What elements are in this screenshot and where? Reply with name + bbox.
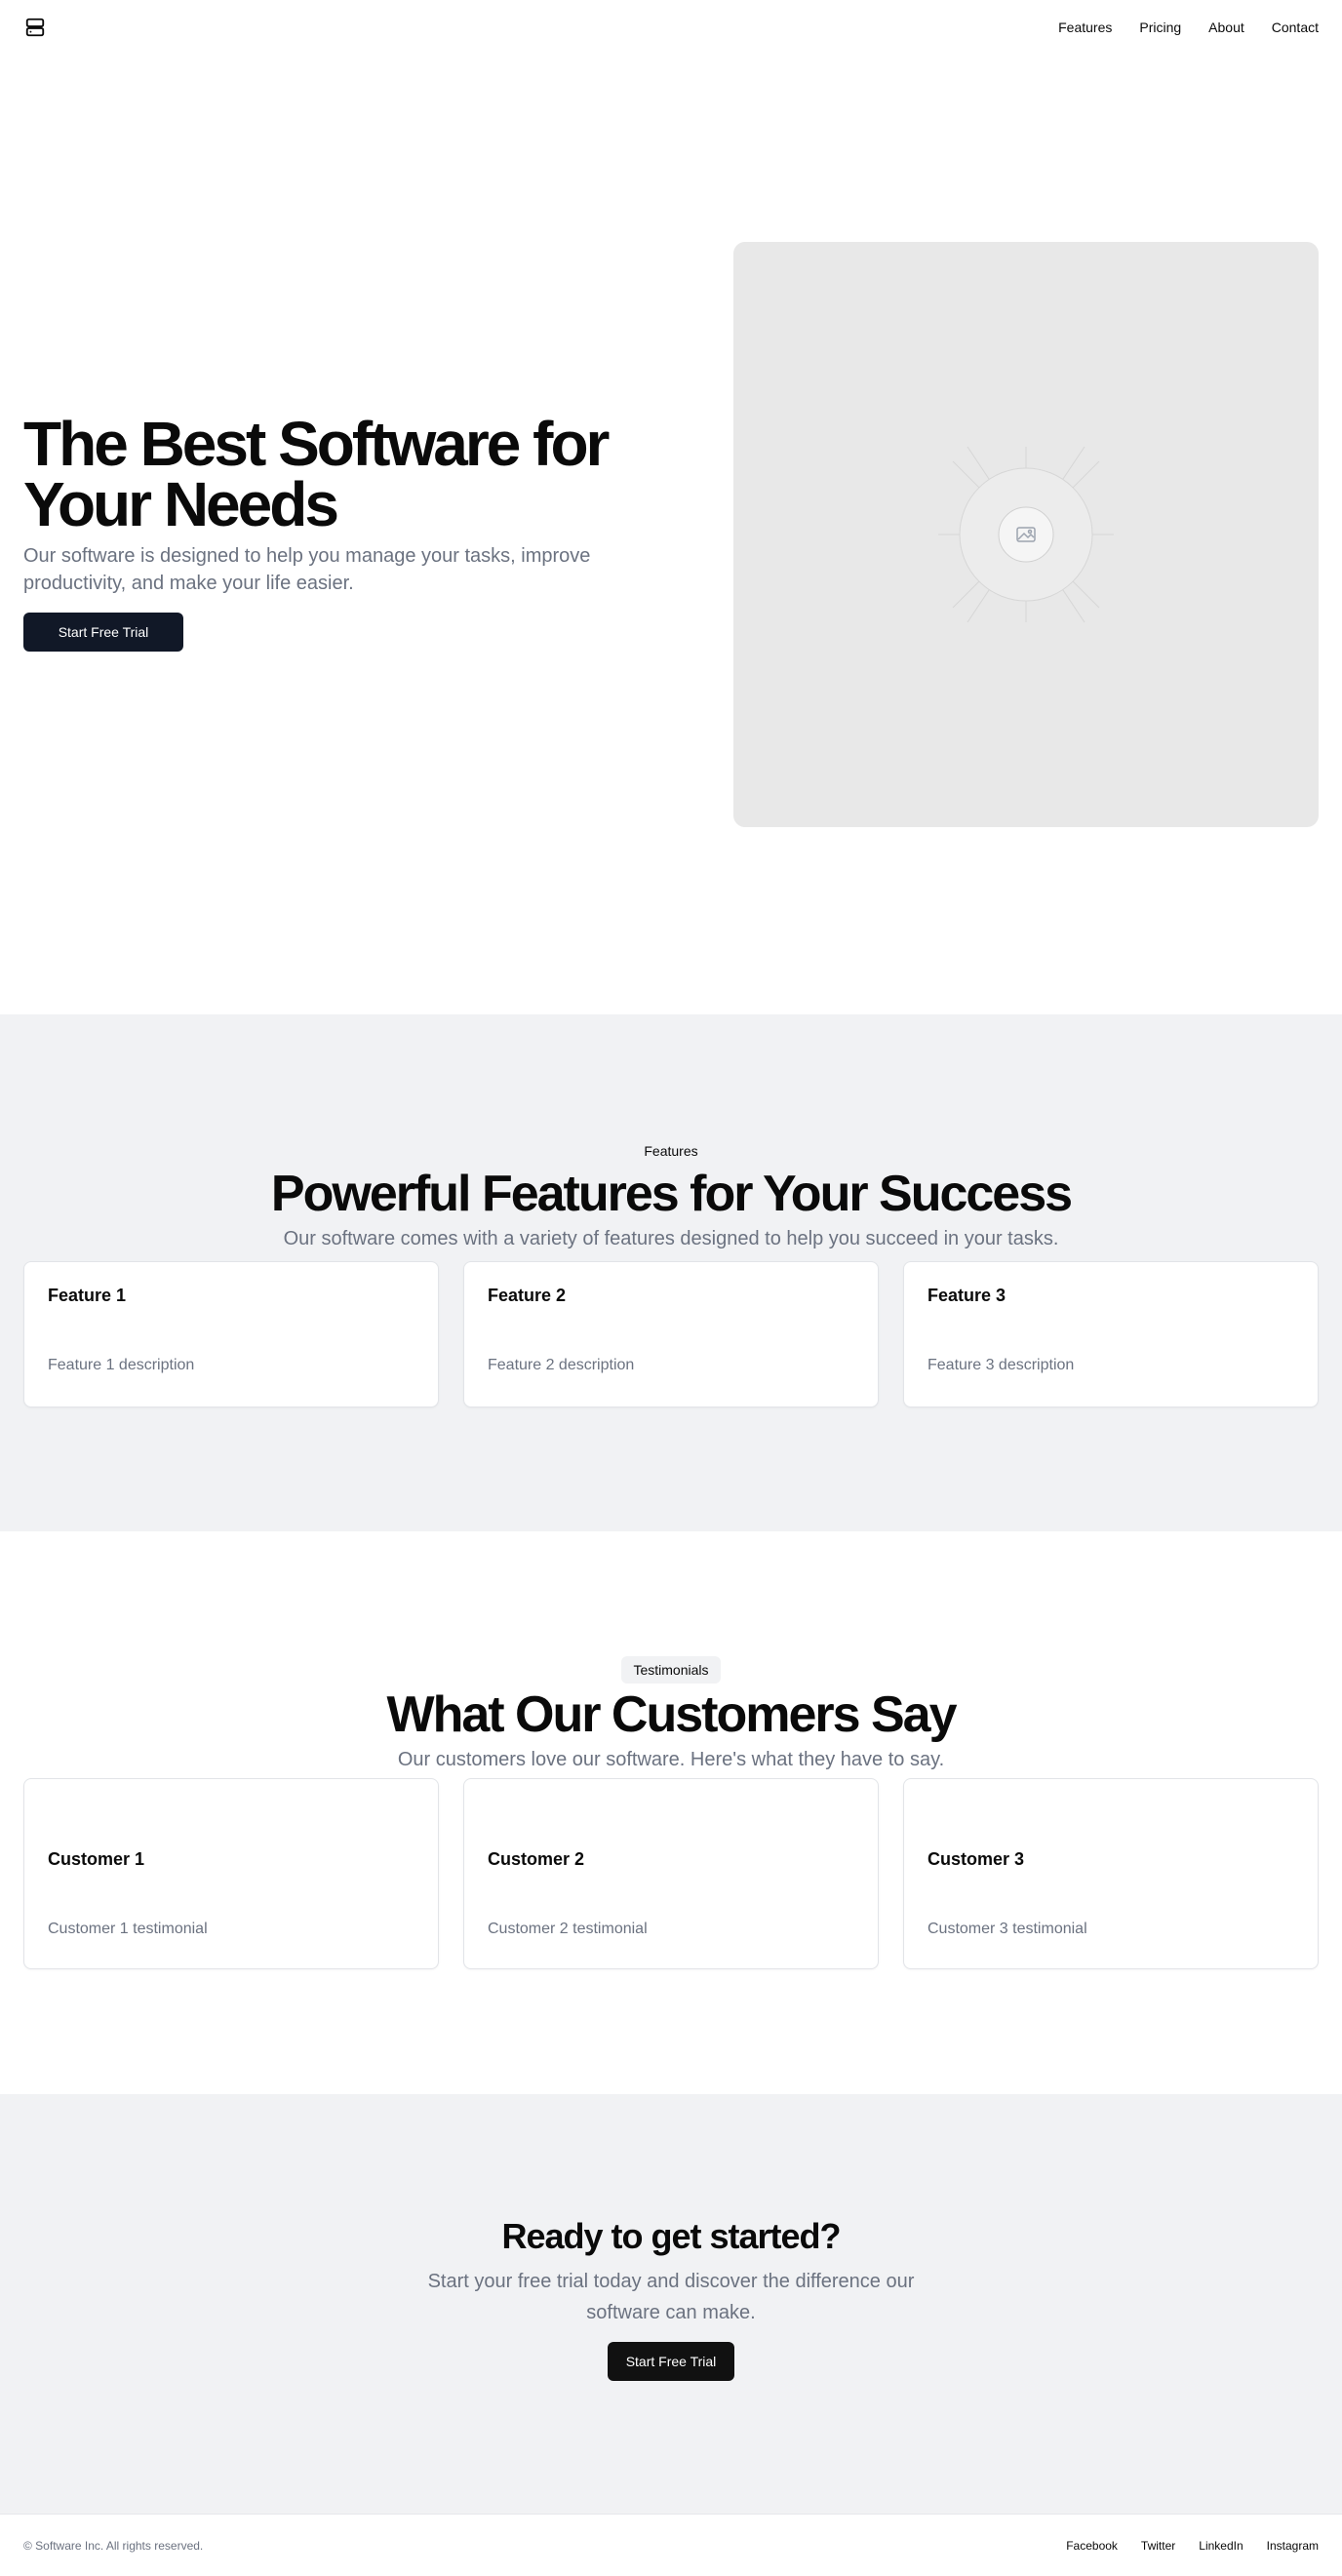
nav-link-pricing[interactable]: Pricing (1139, 20, 1181, 35)
nav-link-contact[interactable]: Contact (1272, 20, 1319, 35)
footer-links: Facebook Twitter LinkedIn Instagram (1066, 2539, 1319, 2553)
feature-title: Feature 3 (928, 1286, 1006, 1305)
testimonials-section: Testimonials What Our Customers Say Our … (0, 1531, 1342, 2094)
features-title: Powerful Features for Your Success (270, 1166, 1073, 1222)
customer-testimonial: Customer 1 testimonial (48, 1921, 208, 1937)
features-section: Features Powerful Features for Your Succ… (0, 1014, 1342, 1531)
main-nav: Features Pricing About Contact (1058, 20, 1319, 35)
hero-content: The Best Software for Your Needs Our sof… (23, 409, 648, 652)
start-free-trial-cta-button[interactable]: Start Free Trial (608, 2342, 734, 2381)
footer-link-twitter[interactable]: Twitter (1141, 2539, 1175, 2553)
hero-title: The Best Software for Your Needs (23, 409, 610, 539)
cta-title: Ready to get started? (501, 2216, 841, 2256)
testimonial-card: Customer 2 Customer 2 testimonial (463, 1778, 879, 1969)
feature-title: Feature 1 (48, 1286, 127, 1305)
feature-card: Feature 2 Feature 2 description (463, 1261, 879, 1407)
features-subtitle: Our software comes with a variety of fea… (283, 1228, 1059, 1249)
customer-testimonial: Customer 3 testimonial (928, 1921, 1087, 1937)
cta-section: Ready to get started? Start your free tr… (0, 2094, 1342, 2514)
testimonial-cards: Customer 1 Customer 1 testimonial Custom… (23, 1778, 1319, 1969)
hero-subtitle: Our software is designed to help you man… (23, 545, 591, 594)
testimonial-card: Customer 3 Customer 3 testimonial (903, 1778, 1319, 1969)
nav-link-about[interactable]: About (1208, 20, 1244, 35)
footer-link-linkedin[interactable]: LinkedIn (1199, 2539, 1243, 2553)
nav-link-features[interactable]: Features (1058, 20, 1112, 35)
customer-name: Customer 3 (928, 1849, 1025, 1869)
feature-title: Feature 2 (488, 1286, 567, 1305)
feature-description: Feature 1 description (48, 1357, 195, 1373)
copyright-text: © Software Inc. All rights reserved. (23, 2538, 204, 2553)
image-placeholder-icon (938, 446, 1114, 623)
testimonial-card: Customer 1 Customer 1 testimonial (23, 1778, 439, 1969)
feature-cards: Feature 1 Feature 1 description Feature … (23, 1261, 1319, 1407)
feature-description: Feature 3 description (928, 1357, 1075, 1373)
site-header: Features Pricing About Contact (0, 0, 1342, 55)
hero-image-placeholder (733, 242, 1319, 827)
footer-link-facebook[interactable]: Facebook (1066, 2539, 1118, 2553)
testimonials-title: What Our Customers Say (386, 1686, 957, 1743)
feature-card: Feature 3 Feature 3 description (903, 1261, 1319, 1407)
customer-name: Customer 2 (488, 1849, 585, 1869)
hero-section: The Best Software for Your Needs Our sof… (0, 55, 1342, 1014)
testimonials-tag: Testimonials (621, 1656, 721, 1684)
customer-testimonial: Customer 2 testimonial (488, 1921, 648, 1937)
feature-card: Feature 1 Feature 1 description (23, 1261, 439, 1407)
server-stack-icon[interactable] (23, 16, 47, 39)
customer-name: Customer 1 (48, 1849, 145, 1869)
site-footer: © Software Inc. All rights reserved. Fac… (0, 2514, 1342, 2576)
testimonials-subtitle: Our customers love our software. Here's … (397, 1749, 945, 1770)
cta-subtitle: Start your free trial today and discover… (427, 2271, 915, 2323)
start-free-trial-button[interactable]: Start Free Trial (23, 613, 183, 652)
feature-description: Feature 2 description (488, 1357, 635, 1373)
features-tag: Features (644, 1143, 698, 1159)
footer-link-instagram[interactable]: Instagram (1267, 2539, 1319, 2553)
